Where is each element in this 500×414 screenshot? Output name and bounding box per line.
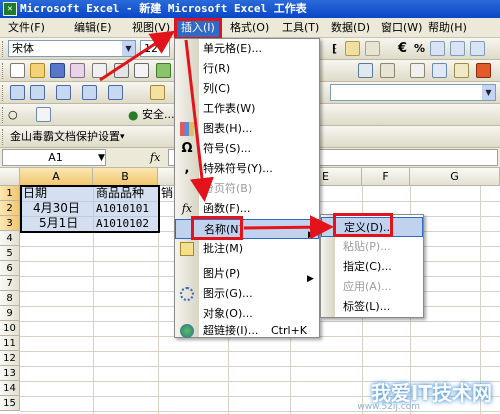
arrow-to-name-item xyxy=(184,39,214,202)
arrow-to-define-item xyxy=(243,215,334,240)
excel-window: ✕ Microsoft Excel - 新建 Microsoft Excel 工… xyxy=(0,0,500,414)
annotation-arrows xyxy=(99,30,334,240)
arrow-to-insert-menu xyxy=(99,30,176,82)
